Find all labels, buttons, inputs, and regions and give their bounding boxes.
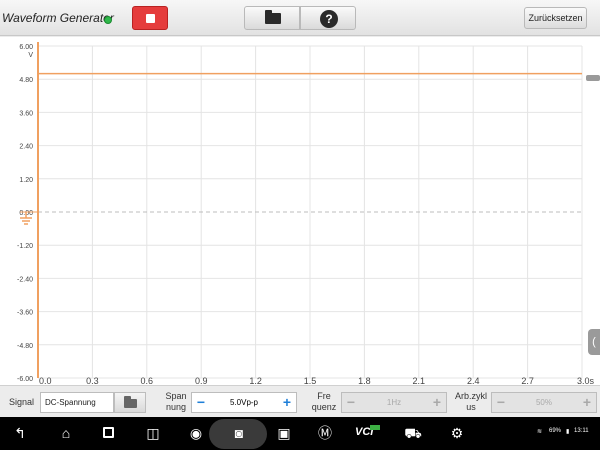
x-tick-label: 2.4 xyxy=(467,376,480,385)
duty-cycle-label-line2: us xyxy=(466,402,476,412)
frequency-stepper[interactable]: − 1Hz + xyxy=(341,392,447,413)
frequency-label-line1: Fre xyxy=(317,391,331,401)
frequency-value[interactable]: 1Hz xyxy=(360,393,428,412)
side-panel-handle[interactable]: ( xyxy=(588,329,600,355)
y-unit-label: V xyxy=(28,52,33,59)
split-screen-icon[interactable]: ◫ xyxy=(143,424,163,442)
frequency-label-line2: quenz xyxy=(311,402,337,412)
amplitude-value[interactable]: 5.0Vp-p xyxy=(210,393,278,412)
x-tick-label: 0.0 xyxy=(39,376,52,385)
x-tick-label: 1.2 xyxy=(249,376,262,385)
y-tick-label: 1.20 xyxy=(19,177,33,184)
duty-cycle-label-line1: Arb.zykl xyxy=(454,391,487,401)
battery-icon: ▮ xyxy=(566,429,570,435)
y-tick-label: 6.00 xyxy=(19,44,33,51)
y-tick-label: -6.00 xyxy=(17,376,33,383)
screen-record-icon[interactable]: ▣ xyxy=(273,424,295,442)
x-tick-label: 2.7 xyxy=(521,376,534,385)
technician-icon[interactable]: ⚙ xyxy=(446,424,468,442)
connection-status-icon xyxy=(104,16,112,24)
y-tick-label: -2.40 xyxy=(17,276,33,283)
system-nav-bar: ↰ ⌂ ◫ ◉ ◙ ▣ Ⓜ VCI ⛟ ⚙ ≋ 69% ▮ 13:11 xyxy=(0,417,600,450)
folder-icon xyxy=(124,396,137,408)
wifi-icon: ≋ xyxy=(537,429,543,435)
signal-type-field[interactable]: DC-Spannung xyxy=(40,392,114,413)
reset-button[interactable]: Zurücksetzen xyxy=(524,7,587,29)
y-tick-label: -3.60 xyxy=(17,310,33,317)
open-file-button[interactable] xyxy=(244,6,300,30)
duty-cycle-label: Arb.zykl us xyxy=(451,391,491,413)
folder-icon xyxy=(265,10,281,24)
amplitude-label-line2: nung xyxy=(165,402,187,412)
duty-cycle-value[interactable]: 50% xyxy=(510,393,578,412)
battery-level: 69% xyxy=(549,428,562,434)
waveform-chart: 6.004.803.602.401.200.00-1.20-2.40-3.60-… xyxy=(17,42,595,385)
generator-controls: Signal DC-Spannung Span nung − 5.0Vp-p +… xyxy=(0,385,600,417)
stop-button[interactable] xyxy=(132,6,168,30)
x-tick-label: 2.1 xyxy=(413,376,426,385)
amplitude-decrease-button[interactable]: − xyxy=(192,393,210,412)
maxifix-icon[interactable]: Ⓜ xyxy=(315,424,335,442)
duty-cycle-decrease-button[interactable]: − xyxy=(492,393,510,412)
waveform-plot[interactable]: 6.004.803.602.401.200.00-1.20-2.40-3.60-… xyxy=(0,37,600,385)
y-tick-label: 3.60 xyxy=(19,110,33,117)
car-icon[interactable]: ⛟ xyxy=(402,424,424,442)
stop-icon xyxy=(146,14,155,23)
signal-label: Signal xyxy=(9,397,35,407)
y-tick-label: -4.80 xyxy=(17,343,33,350)
x-tick-label: 3.0s xyxy=(577,376,595,385)
frequency-label: Fre quenz xyxy=(306,391,342,413)
x-tick-label: 0.3 xyxy=(86,376,99,385)
recent-apps-icon[interactable] xyxy=(103,427,114,438)
frequency-increase-button[interactable]: + xyxy=(428,393,446,412)
y-tick-label: 2.40 xyxy=(19,144,33,151)
y-tick-label: -1.20 xyxy=(17,243,33,250)
frequency-decrease-button[interactable]: − xyxy=(342,393,360,412)
duty-cycle-increase-button[interactable]: + xyxy=(578,393,596,412)
top-toolbar: Waveform Generator ? Zurücksetzen xyxy=(0,0,600,36)
app-title: Waveform Generator xyxy=(2,11,114,25)
x-tick-label: 1.5 xyxy=(304,376,317,385)
home-icon[interactable]: ⌂ xyxy=(56,424,76,442)
vci-connected-icon xyxy=(370,425,380,430)
help-icon: ? xyxy=(320,10,338,28)
signal-file-button[interactable] xyxy=(114,392,146,413)
amplitude-stepper[interactable]: − 5.0Vp-p + xyxy=(191,392,297,413)
amplitude-label-line1: Span xyxy=(165,391,187,401)
y-tick-label: 4.80 xyxy=(19,77,33,84)
clock: 13:11 xyxy=(574,428,589,434)
duty-cycle-stepper[interactable]: − 50% + xyxy=(491,392,597,413)
camera-icon[interactable]: ◙ xyxy=(228,424,250,442)
x-tick-label: 1.8 xyxy=(358,376,371,385)
browser-icon[interactable]: ◉ xyxy=(186,424,206,442)
help-button[interactable]: ? xyxy=(300,6,356,30)
x-tick-label: 0.6 xyxy=(141,376,154,385)
amplitude-increase-button[interactable]: + xyxy=(278,393,296,412)
x-tick-label: 0.9 xyxy=(195,376,208,385)
back-icon[interactable]: ↰ xyxy=(10,424,30,442)
top-panel-handle[interactable] xyxy=(586,75,600,81)
amplitude-label: Span nung xyxy=(160,391,192,413)
